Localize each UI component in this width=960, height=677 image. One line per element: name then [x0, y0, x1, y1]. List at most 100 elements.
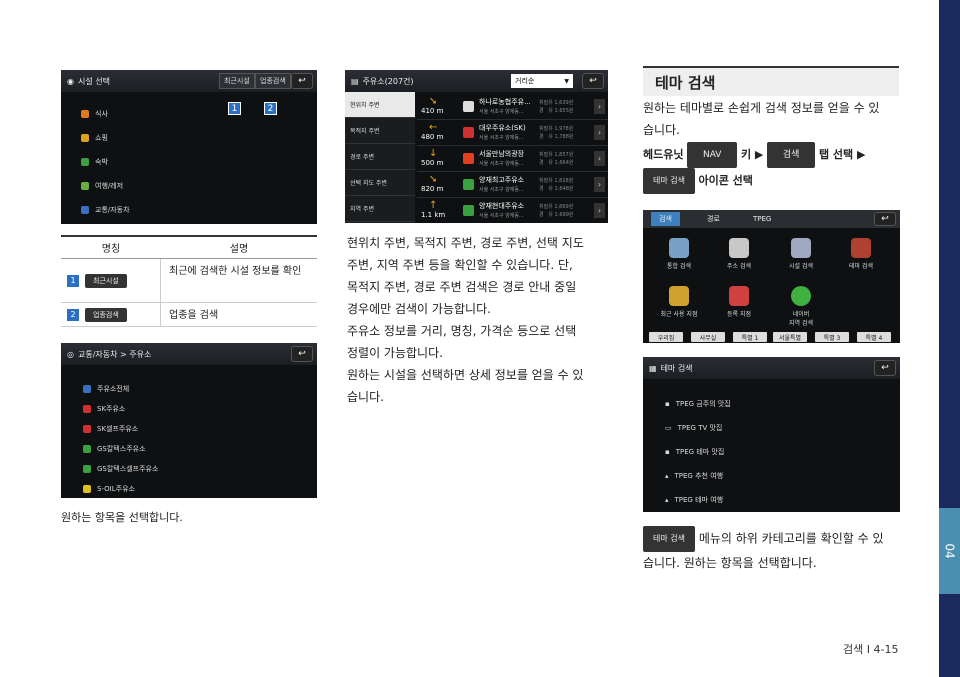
theme-icon: ▦: [649, 363, 657, 373]
fuel-icon: [83, 425, 91, 433]
registered-point-button[interactable]: 등록 지점: [709, 286, 769, 318]
special-3-button[interactable]: 특별 3: [815, 332, 849, 342]
list-item[interactable]: 여행/레저: [81, 176, 123, 196]
list-item[interactable]: ▪ TPEG 테마 맛집: [665, 441, 724, 463]
station-row[interactable]: ➘ 820 m 양재최고주유소 서울 서초구 양재동... 휘발유 1,828원…: [417, 172, 608, 198]
list-item[interactable]: GS칼텍스셀프주유소: [83, 459, 158, 479]
naver-search-button[interactable]: 네이버 지역 검색: [771, 286, 831, 327]
list-item[interactable]: ▴ TPEG 테마 여행: [665, 489, 723, 511]
list-item[interactable]: 쇼핑: [81, 128, 108, 148]
food-icon: [81, 110, 89, 118]
back-icon[interactable]: ↩: [874, 360, 896, 376]
brand-logo-icon: [463, 179, 474, 190]
theme-search-screen: ▦ 테마 검색 ↩ ▪ TPEG 금주의 맛집 ▭ TPEG TV 맛집 ▪ TPEG…: [643, 357, 900, 512]
brand-logo-icon: [463, 101, 474, 112]
chevron-right-icon[interactable]: ›: [594, 151, 605, 166]
back-icon[interactable]: ↩: [291, 73, 313, 89]
list-item[interactable]: ▴ TPEG 추천 여행: [665, 465, 723, 487]
brand-logo-icon: [463, 205, 474, 216]
search-menu-screen: 검색 경로 TPEG ↩ 통합 검색 주소 검색 시설 검색 테마 검색 최근 …: [643, 210, 900, 343]
screen-title: 시설 선택: [77, 76, 110, 86]
address-search-button[interactable]: 주소 검색: [709, 238, 769, 270]
screen-title: 테마 검색: [660, 363, 693, 373]
integrated-search-button[interactable]: 통합 검색: [649, 238, 709, 270]
pin-icon: [729, 286, 749, 306]
dropdown-arrow-icon: ▼: [564, 77, 569, 85]
list-item[interactable]: ▪ TPEG 금주의 맛집: [665, 393, 731, 415]
house-icon: [729, 238, 749, 258]
tab-route[interactable]: 경로: [699, 212, 728, 226]
brand-logo-icon: [463, 127, 474, 138]
list-item[interactable]: ▭ TPEG TV 맛집: [665, 417, 722, 439]
section-title: 테마 검색: [643, 66, 899, 96]
menu-item[interactable]: 현위치 주변: [345, 92, 415, 118]
search-icon: [669, 238, 689, 258]
leisure-icon: [81, 182, 89, 190]
restaurant-icon: ▪: [665, 400, 670, 408]
brand-logo-icon: [463, 153, 474, 164]
list-icon: ▤: [351, 76, 359, 86]
shopping-icon: [81, 134, 89, 142]
home-button[interactable]: 우리집: [649, 332, 683, 342]
station-row[interactable]: ← 480 m 대우주유소(SK) 서울 서초구 양재동... 휘발유 1,97…: [417, 120, 608, 146]
camera-icon: [851, 238, 871, 258]
back-icon[interactable]: ↩: [582, 73, 604, 89]
menu-item[interactable]: 선택 지도 주변: [345, 170, 415, 196]
travel-icon: ▴: [665, 496, 669, 504]
fuel-icon: [83, 405, 91, 413]
special-1-button[interactable]: 특별 1: [733, 332, 767, 342]
back-icon[interactable]: ↩: [874, 212, 896, 226]
table-header: 명칭 설명: [61, 237, 317, 259]
menu-item[interactable]: 목적지 주변: [345, 118, 415, 144]
list-item[interactable]: 식사: [81, 104, 108, 124]
list-item[interactable]: S-OIL주유소: [83, 479, 135, 498]
list-item[interactable]: SK셀프주유소: [83, 419, 138, 439]
list-item[interactable]: 주유소전체: [83, 379, 129, 399]
station-row[interactable]: ➘ 410 m 하나로농협주유... 서울 서초구 양재동... 휘발유 1,6…: [417, 94, 608, 120]
travel-icon: ▴: [665, 472, 669, 480]
station-row[interactable]: ↓ 500 m 서울만남의광장 서울 서초구 양재동... 휘발유 1,857원…: [417, 146, 608, 172]
seoul-special-button[interactable]: 서울특별: [773, 332, 807, 342]
chevron-right-icon[interactable]: ›: [594, 203, 605, 218]
screen-header: ◎ 교통/자동차 > 주유소: [61, 343, 317, 365]
theme-search-button[interactable]: 테마 검색: [831, 238, 891, 270]
theme-search-label: 테마 검색: [643, 168, 695, 194]
page-footer: 검색 I 4-15: [843, 643, 899, 656]
table-row: 2 업종검색 업종을 검색: [61, 303, 317, 327]
tab-tpeg[interactable]: TPEG: [745, 212, 779, 226]
category-search-tab[interactable]: 업종검색: [255, 73, 291, 89]
direction-arrow-icon: ➘: [429, 96, 438, 107]
chapter-number: 04: [942, 543, 957, 559]
list-item[interactable]: 숙박: [81, 152, 108, 172]
fuel-icon: [83, 465, 91, 473]
menu-item[interactable]: 지역 주변: [345, 196, 415, 222]
lodging-icon: [81, 158, 89, 166]
location-pin-icon: ◉: [67, 76, 74, 86]
step-instructions: 헤드유닛 NAV 키 ▶ 검색 탭 선택 ▶ 테마 검색 아이콘 선택: [643, 142, 903, 194]
recent-point-button[interactable]: 최근 사용 지점: [649, 286, 709, 318]
chevron-right-icon[interactable]: ›: [594, 99, 605, 114]
list-item[interactable]: SK주유소: [83, 399, 125, 419]
list-item[interactable]: GS칼텍스주유소: [83, 439, 146, 459]
chevron-right-icon[interactable]: ›: [594, 177, 605, 192]
naver-pin-icon: [791, 286, 811, 306]
special-4-button[interactable]: 특별 4: [857, 332, 891, 342]
folder-icon: [669, 286, 689, 306]
building-icon: [791, 238, 811, 258]
menu-item[interactable]: 경로 주변: [345, 144, 415, 170]
nav-key: NAV: [686, 142, 738, 168]
chevron-right-icon[interactable]: ›: [594, 125, 605, 140]
tab-search[interactable]: 검색: [651, 212, 680, 226]
sort-dropdown[interactable]: 거리순 ▼: [511, 74, 573, 88]
search-area-menu: 현위치 주변 목적지 주변 경로 주변 선택 지도 주변 지역 주변: [345, 92, 415, 223]
restaurant-icon: ▪: [665, 448, 670, 456]
station-row[interactable]: ↑ 1.1 km 양재현대주유소 서울 서초구 양재동... 휘발유 1,869…: [417, 198, 608, 223]
office-button[interactable]: 사무실: [691, 332, 725, 342]
list-item[interactable]: 교통/자동차: [81, 200, 130, 220]
recent-facility-tab[interactable]: 최근시설: [219, 73, 255, 89]
facility-search-button[interactable]: 시설 검색: [771, 238, 831, 270]
intro-text: 원하는 테마별로 손쉽게 검색 정보를 얻을 수 있 습니다.: [643, 101, 880, 137]
back-icon[interactable]: ↩: [291, 346, 313, 362]
gas-station-category-screen: ◎ 교통/자동차 > 주유소 ↩ 주유소전체 SK주유소 SK셀프주유소 GS칼…: [61, 343, 317, 498]
direction-arrow-icon: ↑: [429, 200, 438, 211]
